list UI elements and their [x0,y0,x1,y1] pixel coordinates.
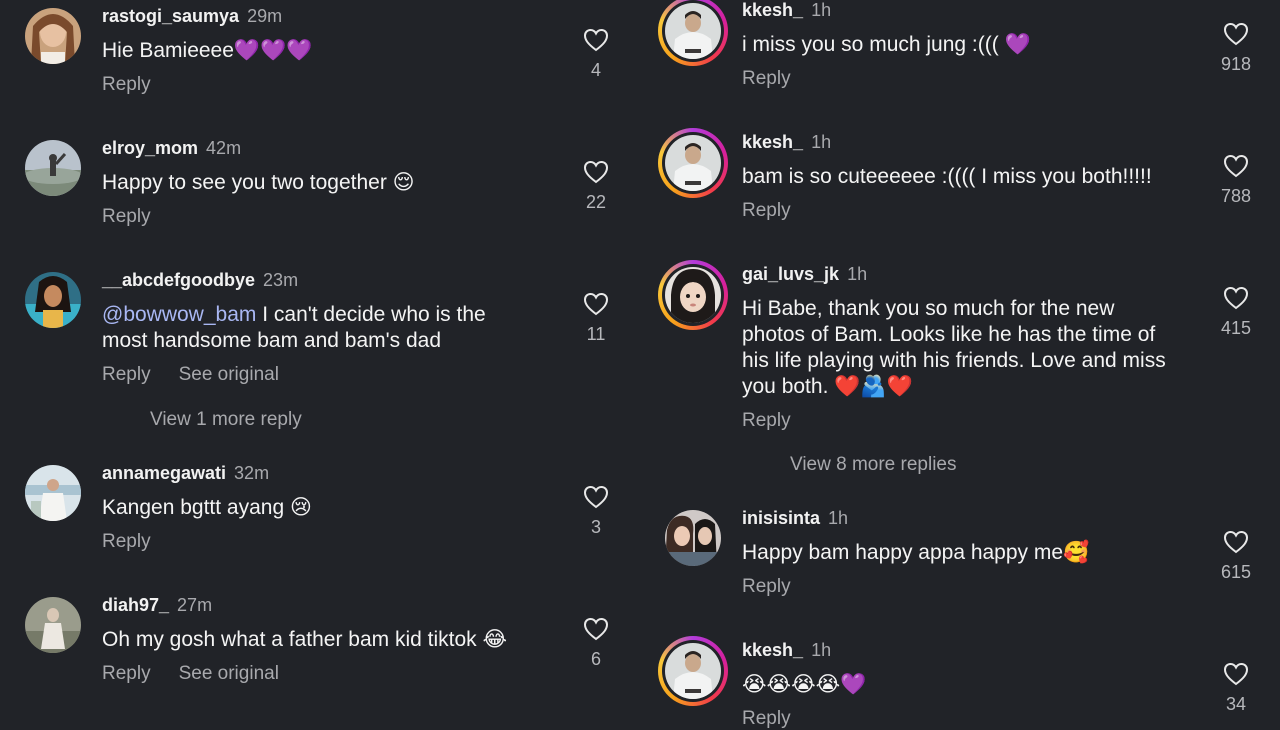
heart-outline-icon [1223,154,1249,178]
username[interactable]: elroy_mom [102,138,198,158]
heart-outline-icon [583,28,609,52]
comment-text-line: you both. ❤️🫂❤️ [742,375,913,398]
username[interactable]: diah97_ [102,595,169,615]
username[interactable]: __abcdefgoodbye [102,270,255,290]
username[interactable]: inisisinta [742,508,820,528]
timestamp: 1h [811,132,832,152]
heart-outline-icon [583,160,609,184]
like-count: 11 [586,324,606,344]
heart-outline-icon [1223,530,1249,554]
username[interactable]: kkesh_ [742,132,803,152]
see-original-button[interactable]: See original [179,364,279,385]
mention-link[interactable]: @bowwow_bam [102,303,256,326]
story-ring-avatar[interactable] [658,128,728,198]
like-count: 34 [1225,694,1247,714]
avatar[interactable] [25,8,81,64]
comment-text: bam is so cuteeeeee :(((( I miss you bot… [742,165,1152,188]
view-more-replies-button[interactable]: View 8 more replies [790,454,957,476]
like-count: 4 [590,60,601,80]
like-button[interactable]: 34 [1206,662,1266,715]
comment-text-line: photos of Bam. Looks like he has the tim… [742,323,1156,346]
heart-outline-icon [583,485,609,509]
reply-button[interactable]: Reply [742,68,791,89]
comment-text: Hie Bamieeee💜💜💜 [102,39,313,62]
story-ring-avatar[interactable] [658,260,728,330]
like-button[interactable]: 6 [566,617,626,670]
reply-button[interactable]: Reply [102,531,151,552]
like-button[interactable]: 918 [1206,22,1266,75]
comments-column-left: rastogi_saumya 29m Hie Bamieeee💜💜💜 Reply … [0,0,640,720]
timestamp: 1h [847,264,868,284]
avatar[interactable] [25,272,81,328]
like-count: 22 [585,192,607,212]
heart-outline-icon [1223,22,1249,46]
comment-text: Oh my gosh what a father bam kid tiktok … [102,628,508,651]
username[interactable]: rastogi_saumya [102,6,239,26]
reply-button[interactable]: Reply [742,200,791,221]
like-count: 918 [1220,54,1252,74]
comment-text: 😭😭😭😭💜 [742,673,867,696]
comment-text: Kangen bgttt ayang 😢 [102,496,312,519]
view-more-replies-button[interactable]: View 1 more reply [150,409,302,431]
like-button[interactable]: 4 [566,28,626,81]
reply-button[interactable]: Reply [742,576,791,597]
reply-button[interactable]: Reply [102,206,151,227]
timestamp: 29m [247,6,283,26]
heart-outline-icon [1223,286,1249,310]
username[interactable]: kkesh_ [742,640,803,660]
timestamp: 1h [811,0,832,20]
like-count: 788 [1220,186,1252,206]
heart-outline-icon [583,617,609,641]
comments-column-right: kkesh_ 1h i miss you so much jung :((( 💜 … [640,0,1280,729]
comment-text-line: his life playing with his friends. Love … [742,349,1166,372]
avatar[interactable] [665,510,721,566]
username[interactable]: gai_luvs_jk [742,264,839,284]
comment-text: i miss you so much jung :((( 💜 [742,33,1031,56]
like-button[interactable]: 788 [1206,154,1266,207]
like-button[interactable]: 11 [566,292,626,345]
reply-button[interactable]: Reply [102,663,151,684]
like-button[interactable]: 415 [1206,286,1266,339]
like-count: 615 [1220,562,1252,582]
avatar[interactable] [25,140,81,196]
comment-text-line: most handsome bam and bam's dad [102,329,442,352]
username[interactable]: annamegawati [102,463,226,483]
like-button[interactable]: 615 [1206,530,1266,583]
comment-text: Happy bam happy appa happy me🥰 [742,541,1090,564]
username[interactable]: kkesh_ [742,0,803,20]
like-count: 3 [590,517,601,537]
heart-outline-icon [583,292,609,316]
timestamp: 27m [177,595,213,615]
comment-text-line: I can't decide who is the [256,303,486,326]
timestamp: 23m [263,270,299,290]
reply-button[interactable]: Reply [102,74,151,95]
comment-text-line: Hi Babe, thank you so much for the new [742,297,1115,320]
reply-button[interactable]: Reply [742,708,791,729]
heart-outline-icon [1223,662,1249,686]
avatar[interactable] [25,465,81,521]
like-count: 6 [590,649,601,669]
timestamp: 32m [234,463,270,483]
timestamp: 42m [206,138,242,158]
timestamp: 1h [828,508,849,528]
comment-text: Happy to see you two together 😌 [102,171,415,194]
like-button[interactable]: 3 [566,485,626,538]
comment-text: Hi Babe, thank you so much for the new p… [742,296,1202,400]
story-ring-avatar[interactable] [658,0,728,66]
like-count: 415 [1220,318,1252,338]
reply-button[interactable]: Reply [102,364,151,385]
timestamp: 1h [811,640,832,660]
see-original-button[interactable]: See original [179,663,279,684]
comment-text: @bowwow_bam I can't decide who is the mo… [102,302,542,354]
avatar[interactable] [25,597,81,653]
like-button[interactable]: 22 [566,160,626,213]
reply-button[interactable]: Reply [742,410,791,431]
story-ring-avatar[interactable] [658,636,728,706]
